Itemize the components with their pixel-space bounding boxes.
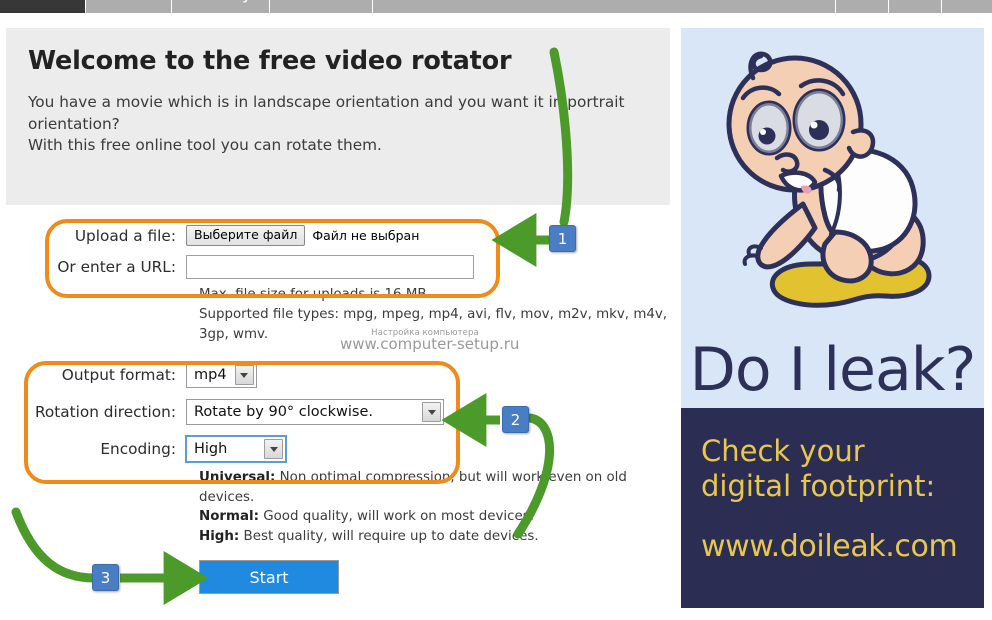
encoding-label: Encoding:: [100, 440, 176, 459]
file-status-text: Файл не выбран: [312, 228, 420, 244]
nav-item-contact[interactable]: Contact: [270, 0, 373, 13]
hero-paragraph-line2: orientation?: [28, 114, 120, 133]
ad-illustration-panel: Do I leak?: [681, 28, 984, 408]
nav-item-about-label: About: [103, 0, 154, 4]
main-content-column: Welcome to the free video rotator You ha…: [6, 28, 670, 595]
rotation-direction-select[interactable]: Rotate by 90° clockwise.: [186, 399, 444, 426]
rotation-row: Rotation direction: Rotate by 90° clockw…: [6, 399, 670, 426]
nav-item-home-label: Home: [17, 0, 68, 4]
encoding-note-universal-name: Universal:: [199, 470, 276, 486]
chevron-down-icon: [422, 402, 441, 423]
url-label: Or enter a URL:: [57, 258, 176, 277]
upload-file-control: Выберите файл Файл не выбран: [186, 225, 420, 247]
output-format-select[interactable]: mp4: [186, 362, 257, 389]
encoding-note-normal-name: Normal:: [199, 509, 259, 525]
rotator-form: Upload a file: Выберите файл Файл не выб…: [6, 225, 670, 595]
baby-illustration-icon: [726, 51, 932, 308]
rotation-value: Rotate by 90° clockwise.: [194, 404, 373, 421]
choose-file-button[interactable]: Выберите файл: [186, 225, 306, 247]
ad-cta-panel[interactable]: Check your digital footprint: www.doilea…: [681, 408, 984, 608]
upload-file-label: Upload a file:: [74, 226, 176, 245]
nav-item-privacy[interactable]: Privacy: [172, 0, 271, 13]
page-title: Welcome to the free video rotator: [28, 46, 512, 76]
hero-banner: Welcome to the free video rotator You ha…: [6, 28, 670, 205]
nav-lang-es-label: ES: [956, 0, 978, 4]
url-input[interactable]: [186, 255, 474, 280]
nav-lang-en[interactable]: EN: [834, 0, 889, 13]
hero-paragraph-line1: You have a movie which is in landscape o…: [28, 93, 625, 111]
url-control: [186, 255, 474, 280]
upload-helper-text: Max. file size for uploads is 16 MB. Sup…: [199, 285, 670, 344]
supported-types-line2: 3gp, wmv.: [199, 326, 269, 342]
nav-item-home[interactable]: Home: [0, 0, 87, 13]
hero-paragraph-line3: With this free online tool you can rotat…: [28, 136, 382, 155]
encoding-note-high-text: Best quality, will require up to date de…: [239, 528, 539, 544]
nav-item-privacy-label: Privacy: [189, 0, 252, 4]
encoding-value: High: [194, 441, 228, 458]
encoding-select[interactable]: High: [185, 435, 287, 464]
step-badge-1: 1: [549, 225, 576, 252]
nav-item-about[interactable]: About: [86, 0, 173, 13]
ad-url[interactable]: www.doileak.com: [701, 529, 964, 564]
navbar-language-switcher: EN DE ES: [834, 0, 992, 13]
rotation-label: Rotation direction:: [34, 403, 176, 422]
page-root: Home About Privacy Contact EN DE ES Welc…: [0, 0, 992, 620]
nav-lang-de-label: DE: [903, 0, 927, 4]
nav-item-contact-label: Contact: [287, 0, 355, 4]
step-badge-2: 2: [502, 406, 529, 433]
chevron-down-icon: [264, 439, 283, 460]
supported-types-line1: Supported file types: mpg, mpeg, mp4, av…: [199, 306, 668, 322]
nav-lang-es[interactable]: ES: [942, 0, 992, 13]
encoding-row: Encoding: High: [6, 435, 670, 464]
ad-cta-line1: Check your: [701, 434, 865, 468]
rotation-control: Rotate by 90° clockwise.: [186, 399, 444, 426]
chevron-down-icon: [234, 365, 254, 386]
max-file-size-note: Max. file size for uploads is 16 MB.: [199, 287, 431, 303]
navbar-links: Home About Privacy Contact: [0, 0, 373, 13]
hero-paragraph: You have a movie which is in landscape o…: [28, 92, 648, 157]
ad-cta-line2: digital footprint:: [701, 469, 936, 504]
step-badge-3: 3: [92, 564, 119, 591]
main-navbar: Home About Privacy Contact EN DE ES: [0, 0, 992, 13]
url-row: Or enter a URL:: [6, 255, 670, 280]
encoding-helper-text: Universal: Non optimal compression, but …: [199, 468, 670, 546]
start-button[interactable]: Start: [199, 560, 339, 595]
nav-lang-en-label: EN: [850, 0, 874, 4]
output-format-value: mp4: [194, 367, 227, 384]
sidebar-ad[interactable]: Do I leak? Check your digital footprint:…: [681, 28, 984, 608]
ad-headline: Do I leak?: [689, 335, 977, 405]
output-format-label: Output format:: [61, 366, 176, 385]
encoding-note-normal-text: Good quality, will work on most devices.: [258, 509, 534, 525]
output-format-control: mp4: [186, 362, 257, 389]
start-button-wrap: Start: [199, 560, 670, 595]
output-format-row: Output format: mp4: [6, 362, 670, 389]
encoding-note-high-name: High:: [199, 528, 240, 544]
nav-lang-de[interactable]: DE: [889, 0, 943, 13]
encoding-control: High: [185, 435, 287, 464]
